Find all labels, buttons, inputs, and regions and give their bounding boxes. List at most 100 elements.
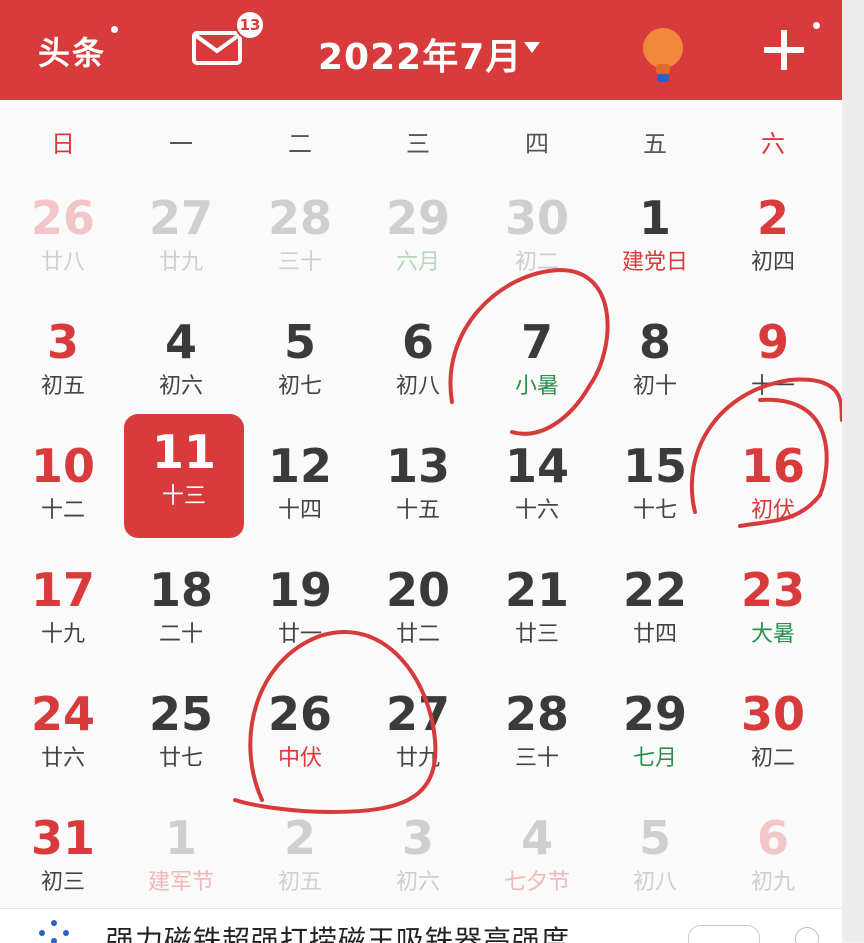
day-cell[interactable]: 6 初九 [713,800,833,924]
day-cell[interactable]: 3 初六 [358,800,478,924]
day-cell[interactable]: 28 三十 [477,676,597,800]
lunar-label: 初伏 [750,498,795,523]
lunar-label: 十六 [514,498,559,523]
day-number: 3 [401,811,434,865]
add-event-button[interactable] [760,22,820,74]
day-cell[interactable]: 5 初八 [595,800,715,924]
day-cell[interactable]: 13 十五 [358,428,478,552]
day-cell[interactable]: 20 廿二 [358,552,478,676]
edge-strip [842,0,864,942]
lightbulb-icon[interactable] [640,26,686,84]
lunar-label: 初四 [750,250,795,275]
close-icon[interactable] [795,927,819,943]
day-cell[interactable]: 9 十一 [713,304,833,428]
lunar-label: 十七 [632,498,677,523]
day-number: 12 [267,439,332,493]
day-cell[interactable]: 23 大暑 [713,552,833,676]
day-number: 1 [164,811,197,865]
day-cell[interactable]: 31 初三 [3,800,123,924]
day-number: 6 [401,315,434,369]
lunar-label: 十一 [750,374,795,399]
day-number: 4 [520,811,553,865]
day-cell[interactable]: 26 中伏 [240,676,360,800]
day-number: 26 [267,687,332,741]
day-cell[interactable]: 25 廿七 [121,676,241,800]
day-cell[interactable]: 30 初二 [713,676,833,800]
headlines-label: 头条 [38,34,107,72]
lunar-label: 廿二 [395,622,440,647]
lunar-label: 十九 [40,622,85,647]
lunar-label: 十二 [40,498,85,523]
day-cell[interactable]: 19 廿一 [240,552,360,676]
day-number: 11 [151,425,216,479]
day-number: 22 [622,563,687,617]
day-cell[interactable]: 27 廿九 [121,180,241,304]
day-cell[interactable]: 26 廿八 [3,180,123,304]
weekday-mon: 一 [169,130,193,158]
lunar-label: 中伏 [277,746,322,771]
day-number: 5 [638,811,671,865]
day-cell[interactable]: 5 初七 [240,304,360,428]
day-cell[interactable]: 18 二十 [121,552,241,676]
day-cell[interactable]: 4 七夕节 [477,800,597,924]
notification-dot [813,22,820,29]
day-cell[interactable]: 3 初五 [3,304,123,428]
day-cell[interactable]: 1 建党日 [595,180,715,304]
day-cell[interactable]: 28 三十 [240,180,360,304]
day-cell[interactable]: 21 廿三 [477,552,597,676]
day-number: 27 [148,191,213,245]
day-cell[interactable]: 24 廿六 [3,676,123,800]
day-number: 8 [638,315,671,369]
day-cell[interactable]: 29 六月 [358,180,478,304]
top-bar: 头条 13 2022年7月 [0,0,842,100]
headlines-tab[interactable]: 头条 [38,26,119,74]
lunar-label: 十五 [395,498,440,523]
ad-text: 强力磁铁超强打捞磁王吸铁器高强度 [106,924,571,943]
ad-banner[interactable]: 强力磁铁超强打捞磁王吸铁器高强度 [0,908,842,943]
day-number: 6 [756,811,789,865]
chevron-down-icon[interactable] [524,42,540,53]
lunar-label: 廿一 [277,622,322,647]
day-cell[interactable]: 16 初伏 [713,428,833,552]
day-number: 1 [638,191,671,245]
day-cell[interactable]: 29 七月 [595,676,715,800]
plus-icon [764,30,804,70]
lunar-label: 建军节 [147,870,214,895]
day-number: 29 [385,191,450,245]
day-cell[interactable]: 15 十七 [595,428,715,552]
lunar-label: 三十 [514,746,559,771]
day-cell[interactable]: 27 廿九 [358,676,478,800]
day-cell[interactable]: 10 十二 [3,428,123,552]
weekday-sun: 日 [51,130,75,158]
day-cell[interactable]: 17 十九 [3,552,123,676]
lunar-label: 初八 [632,870,677,895]
day-number: 23 [740,563,805,617]
day-cell[interactable]: 4 初六 [121,304,241,428]
lunar-label: 建党日 [621,250,688,275]
day-cell[interactable]: 12 十四 [240,428,360,552]
lunar-label: 十四 [277,498,322,523]
day-number: 19 [267,563,332,617]
day-cell[interactable]: 14 十六 [477,428,597,552]
ad-tag[interactable] [688,925,760,943]
day-cell[interactable]: 7 小暑 [477,304,597,428]
day-cell[interactable]: 2 初五 [240,800,360,924]
day-cell[interactable]: 22 廿四 [595,552,715,676]
day-number: 2 [756,191,789,245]
day-number: 15 [622,439,687,493]
day-number: 18 [148,563,213,617]
day-cell[interactable]: 11 十三 [124,414,244,538]
day-cell[interactable]: 8 初十 [595,304,715,428]
lunar-label: 初五 [277,870,322,895]
mail-icon[interactable] [192,30,242,66]
day-number: 26 [30,191,95,245]
day-number: 4 [164,315,197,369]
month-title[interactable]: 2022年7月 [318,28,522,80]
weekday-thu: 四 [525,130,549,158]
day-cell[interactable]: 6 初八 [358,304,478,428]
day-cell[interactable]: 1 建军节 [121,800,241,924]
day-number: 20 [385,563,450,617]
day-number: 27 [385,687,450,741]
day-cell[interactable]: 2 初四 [713,180,833,304]
day-cell[interactable]: 30 初二 [477,180,597,304]
